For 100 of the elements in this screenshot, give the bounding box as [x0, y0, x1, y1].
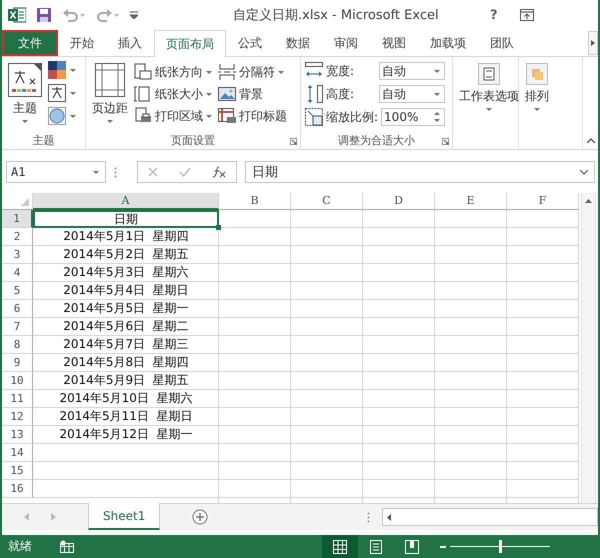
row-header[interactable]: 7: [2, 318, 33, 336]
collapse-ribbon-icon[interactable]: [586, 138, 594, 143]
themes-button[interactable]: 主题: [6, 61, 44, 123]
margins-icon: [95, 63, 125, 97]
ribbon-tab[interactable]: 加载项: [418, 30, 478, 56]
ribbon-button[interactable]: 打印区域: [134, 105, 212, 127]
table-cell[interactable]: 2014年5月3日 星期六: [33, 264, 219, 282]
theme-fonts-button[interactable]: [48, 84, 76, 102]
row-header[interactable]: 10: [2, 372, 33, 390]
fill-handle-icon[interactable]: [216, 225, 221, 230]
dialog-launcher-icon[interactable]: [290, 138, 297, 145]
expand-icon[interactable]: [580, 170, 588, 174]
horizontal-scrollbar[interactable]: [382, 508, 598, 526]
slider-thumb[interactable]: [499, 540, 502, 553]
ribbon-button[interactable]: 打印标题: [218, 105, 287, 127]
table-cell[interactable]: 2014年5月5日 星期一: [33, 300, 219, 318]
page-size-icon: [134, 85, 152, 103]
row-header[interactable]: 6: [2, 300, 33, 318]
ribbon-tab[interactable]: 视图: [370, 30, 418, 56]
sheet-tab[interactable]: Sheet1: [88, 503, 160, 530]
row-header[interactable]: 1: [2, 210, 33, 228]
dropdown-field[interactable]: 自动: [379, 62, 446, 80]
column-header[interactable]: A: [33, 193, 219, 210]
view-button[interactable]: [322, 535, 358, 558]
table-cell[interactable]: 2014年5月11日 星期日: [33, 408, 219, 426]
ribbon-tab[interactable]: 公式: [226, 30, 274, 56]
name-box[interactable]: A1: [6, 161, 106, 183]
table-cell[interactable]: 2014年5月4日 星期日: [33, 282, 219, 300]
row-header[interactable]: 8: [2, 336, 33, 354]
row-header[interactable]: 13: [2, 426, 33, 444]
group-label: 调整为合适大小: [338, 132, 415, 148]
sheet-options-button[interactable]: 工作表选项: [457, 61, 521, 111]
row-header[interactable]: 9: [2, 354, 33, 372]
theme-colors-button[interactable]: [48, 61, 76, 79]
function-icon[interactable]: [212, 166, 226, 178]
status-text: 就绪: [8, 538, 32, 555]
excel-logo-icon[interactable]: [8, 7, 26, 23]
theme-effects-button[interactable]: [48, 107, 76, 125]
table-cell[interactable]: 2014年5月7日 星期三: [33, 336, 219, 354]
row-header[interactable]: 15: [2, 462, 33, 480]
ribbon-tab[interactable]: 插入: [106, 30, 154, 56]
grip-icon: [114, 166, 117, 178]
ribbon-button[interactable]: 分隔符: [218, 61, 287, 83]
margins-button[interactable]: 页边距: [90, 61, 130, 123]
row-header[interactable]: 11: [2, 390, 33, 408]
font-box-icon: [48, 84, 66, 102]
group-label: 主题: [32, 132, 54, 148]
ribbon-display-icon[interactable]: [520, 9, 534, 21]
circle-icon: [48, 107, 66, 125]
caret-icon: [93, 170, 99, 174]
table-cell[interactable]: 2014年5月2日 星期五: [33, 246, 219, 264]
vertical-scrollbar[interactable]: [581, 193, 596, 503]
caret-icon: [70, 92, 76, 94]
spinner-arrows-icon: [434, 111, 440, 123]
page-orientation-icon: [134, 63, 152, 81]
row-header[interactable]: 14: [2, 444, 33, 462]
row-header[interactable]: 2: [2, 228, 33, 246]
sheet-options-icon: [478, 63, 500, 85]
dropdown-field[interactable]: 自动: [379, 85, 446, 103]
page-break-preview-icon: [405, 540, 419, 554]
ribbon-button[interactable]: 纸张方向: [134, 61, 212, 83]
scroll-right-icon[interactable]: [588, 31, 598, 55]
scroll-up-icon[interactable]: [585, 199, 592, 203]
row-header[interactable]: 3: [2, 246, 33, 264]
row-header[interactable]: 16: [2, 480, 33, 498]
ribbon-tab[interactable]: 审阅: [322, 30, 370, 56]
ribbon-button[interactable]: 纸张大小: [134, 83, 212, 105]
field-label: 缩放比例:: [326, 108, 378, 126]
table-cell[interactable]: 2014年5月10日 星期六: [33, 390, 219, 408]
ribbon-button[interactable]: 背景: [218, 83, 287, 105]
arrange-button[interactable]: 排列: [523, 61, 551, 111]
formula-input[interactable]: 日期: [245, 161, 595, 183]
customize-menu-icon[interactable]: [130, 11, 138, 19]
table-cell[interactable]: 2014年5月6日 星期二: [33, 318, 219, 336]
ribbon-tab[interactable]: 开始: [58, 30, 106, 56]
ribbon-tab[interactable]: 页面布局: [154, 30, 226, 57]
ribbon-tab[interactable]: 团队: [478, 30, 526, 56]
row-header[interactable]: 12: [2, 408, 33, 426]
scale-icon: [305, 108, 323, 126]
table-cell[interactable]: 2014年5月1日 星期四: [33, 228, 219, 246]
spinner-field[interactable]: 100%: [381, 108, 446, 126]
scroll-left-icon[interactable]: [387, 514, 391, 520]
themes-icon: [8, 63, 42, 97]
row-header[interactable]: 4: [2, 264, 33, 282]
ribbon-tab[interactable]: 数据: [274, 30, 322, 56]
help-button[interactable]: ?: [490, 8, 498, 22]
background-picture-icon: [218, 85, 236, 103]
table-cell[interactable]: 2014年5月8日 星期四: [33, 354, 219, 372]
row-header[interactable]: 5: [2, 282, 33, 300]
table-cell[interactable]: 2014年5月9日 星期五: [33, 372, 219, 390]
add-sheet-icon[interactable]: [192, 509, 208, 525]
save-icon[interactable]: [36, 7, 52, 23]
splitter-icon[interactable]: [367, 512, 370, 522]
dialog-launcher-icon[interactable]: [442, 138, 449, 145]
macro-recording-icon[interactable]: [60, 540, 74, 553]
table-cell[interactable]: 2014年5月12日 星期一: [33, 426, 219, 444]
file-tab[interactable]: 文件: [2, 30, 58, 56]
caret-icon: [434, 70, 440, 72]
table-cell[interactable]: 日期: [33, 210, 219, 228]
check-icon[interactable]: [178, 167, 191, 177]
